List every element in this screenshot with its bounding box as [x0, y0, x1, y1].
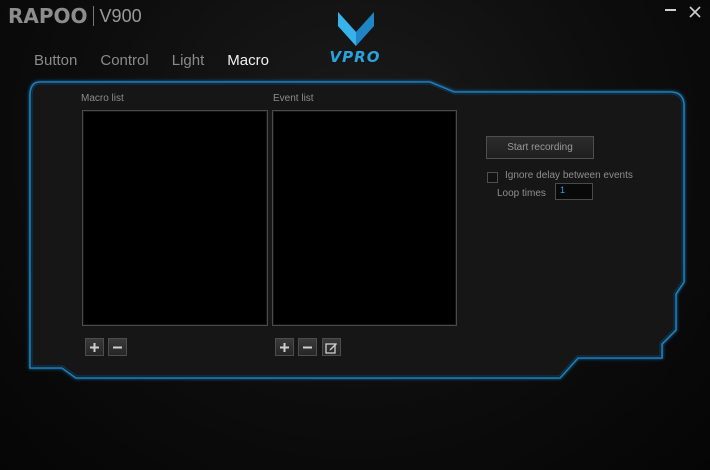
start-recording-button[interactable]: Start recording	[486, 136, 594, 159]
minimize-button[interactable]	[659, 2, 681, 22]
loop-times-label: Loop times	[497, 188, 546, 199]
close-button[interactable]	[684, 2, 706, 22]
brand-logo: RAPOO V900	[8, 4, 142, 28]
event-add-button[interactable]	[275, 338, 294, 356]
macro-list-box[interactable]	[82, 110, 268, 326]
minus-icon	[113, 346, 122, 348]
ignore-delay-label: Ignore delay between events	[505, 170, 633, 181]
vpro-logo-text: VPRO	[329, 48, 381, 66]
model-name: V900	[99, 5, 142, 26]
tab-macro[interactable]: Macro	[227, 52, 269, 69]
macro-list-label: Macro list	[81, 93, 124, 104]
plus-icon	[90, 342, 99, 352]
tab-control[interactable]: Control	[100, 52, 148, 69]
plus-icon	[280, 342, 289, 352]
event-list-box[interactable]	[272, 110, 457, 326]
macro-remove-button[interactable]	[108, 338, 127, 356]
edit-icon	[325, 342, 337, 354]
event-remove-button[interactable]	[298, 338, 317, 356]
macro-add-button[interactable]	[85, 338, 104, 356]
close-icon	[689, 6, 701, 18]
tab-light[interactable]: Light	[172, 52, 205, 69]
ignore-delay-checkbox[interactable]	[487, 172, 498, 183]
loop-times-input[interactable]: 1	[555, 183, 593, 200]
brand-divider	[92, 6, 94, 26]
minus-icon	[303, 346, 312, 348]
tab-button[interactable]: Button	[34, 52, 77, 69]
tab-bar: Button Control Light Macro	[34, 52, 292, 69]
brand-name: RAPOO	[8, 4, 88, 28]
event-edit-button[interactable]	[322, 338, 341, 356]
minimize-icon	[664, 9, 676, 11]
event-list-label: Event list	[273, 93, 314, 104]
